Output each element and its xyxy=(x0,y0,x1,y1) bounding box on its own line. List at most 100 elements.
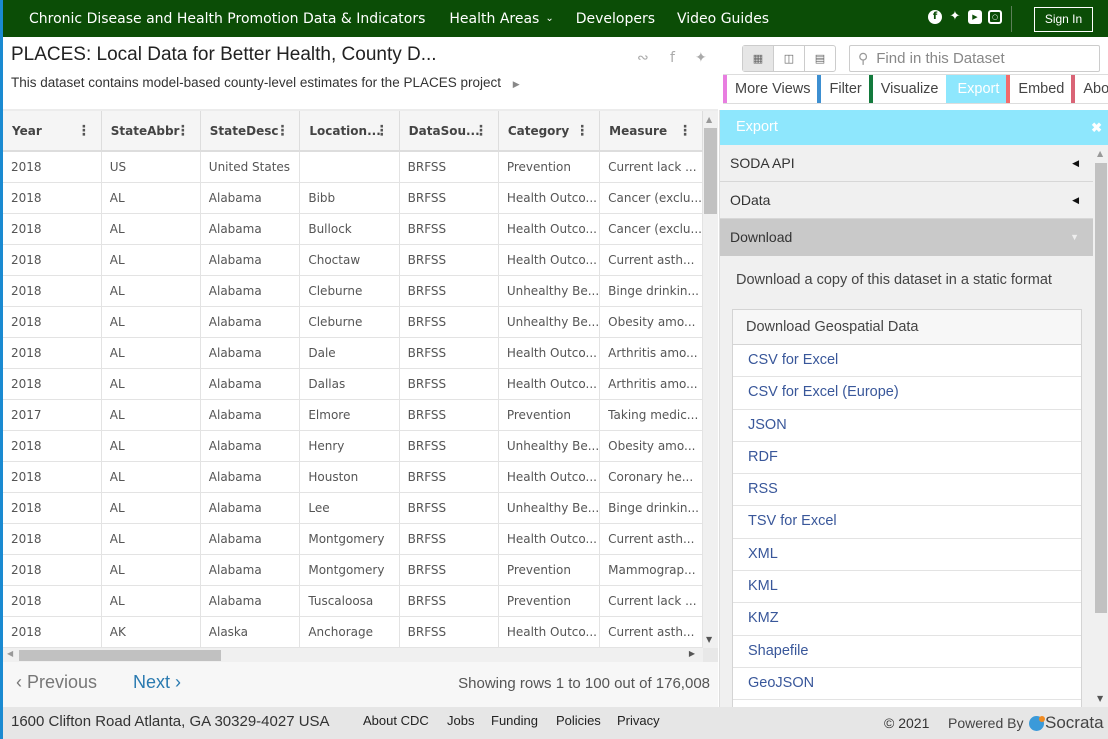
table-row[interactable]: 2018 AL Alabama Tuscaloosa BRFSS Prevention Cu… xyxy=(3,585,703,617)
dataset-description[interactable]: This dataset contains model-based county… xyxy=(11,75,520,90)
column-menu-icon[interactable]: ⋮ xyxy=(77,123,91,139)
youtube-icon[interactable]: ▶ xyxy=(968,10,982,24)
table-row[interactable]: 2017 AL Alabama Elmore BRFSS Prevention Taking… xyxy=(3,399,703,431)
site-brand-link[interactable]: Chronic Disease and Health Promotion Dat… xyxy=(29,11,425,27)
tab-embed[interactable]: Embed xyxy=(1006,75,1071,103)
column-menu-icon[interactable]: ⋮ xyxy=(474,123,488,139)
table-row[interactable]: 2018 AL Alabama Henry BRFSS Unhealthy Be... Ob… xyxy=(3,430,703,462)
table-row[interactable]: 2018 AL Alabama Bullock BRFSS Health Outco...… xyxy=(3,213,703,245)
table-row[interactable]: 2018 AL Alabama Bibb BRFSS Health Outco... Can… xyxy=(3,182,703,214)
table-row[interactable]: 2018 US United States BRFSS Prevention Curren… xyxy=(3,151,703,183)
page-view-button[interactable]: ▤ xyxy=(805,46,835,71)
previous-page-button[interactable]: ‹ Previous xyxy=(16,672,97,693)
grid-view-button[interactable]: ▦ xyxy=(743,46,774,71)
grid-horizontal-scrollbar[interactable]: ◀ ▶ xyxy=(3,648,703,662)
section-odata[interactable]: OData ◀ xyxy=(720,182,1093,219)
scroll-up-arrow-icon[interactable]: ▲ xyxy=(706,115,712,124)
column-menu-icon[interactable]: ⋮ xyxy=(678,123,692,139)
export-panel-header: Export ✖ xyxy=(720,110,1108,145)
table-cell: Taking medic... xyxy=(599,399,703,431)
tab-more-views[interactable]: More Views xyxy=(723,75,817,103)
sign-in-button[interactable]: Sign In xyxy=(1034,7,1093,32)
table-row[interactable]: 2018 AL Alabama Lee BRFSS Unhealthy Be... Bing… xyxy=(3,492,703,524)
table-row[interactable]: 2018 AL Alabama Dallas BRFSS Health Outco... A… xyxy=(3,368,703,400)
next-page-button[interactable]: Next › xyxy=(133,672,181,693)
column-header[interactable]: Location... ⋮ xyxy=(299,111,400,152)
table-cell: BRFSS xyxy=(399,306,499,338)
table-row[interactable]: 2018 AL Alabama Montgomery BRFSS Health Outco… xyxy=(3,523,703,555)
panel-scroll-thumb[interactable] xyxy=(1095,163,1107,613)
grid-horizontal-scroll-thumb[interactable] xyxy=(19,650,221,661)
column-header[interactable]: StateDesc ⋮ xyxy=(200,111,301,152)
download-format-link[interactable]: CSV for Excel xyxy=(733,345,1081,378)
download-format-link[interactable]: CSV for Excel (Europe) xyxy=(733,377,1081,410)
instagram-icon[interactable]: ○ xyxy=(988,10,1002,24)
column-menu-icon[interactable]: ⋮ xyxy=(375,123,389,139)
footer-link-privacy[interactable]: Privacy xyxy=(617,713,660,728)
download-format-link[interactable]: JSON xyxy=(733,410,1081,442)
footer-link-about-cdc[interactable]: About CDC xyxy=(363,713,429,728)
grid-vertical-scrollbar[interactable]: ▲ ▼ xyxy=(703,111,718,648)
scroll-right-arrow-icon[interactable]: ▶ xyxy=(689,649,695,658)
table-row[interactable]: 2018 AL Alabama Choctaw BRFSS Health Outco...… xyxy=(3,244,703,276)
download-format-link[interactable]: KMZ xyxy=(733,603,1081,636)
expand-caret-icon[interactable]: ▶ xyxy=(513,79,520,89)
table-cell: Bullock xyxy=(299,213,400,245)
column-header[interactable]: Year ⋮ xyxy=(3,111,102,152)
download-format-link[interactable]: RDF xyxy=(733,442,1081,475)
column-header[interactable]: Category ⋮ xyxy=(498,111,601,152)
facebook-share-icon[interactable]: f xyxy=(670,50,675,66)
table-row[interactable]: 2018 AL Alabama Cleburne BRFSS Unhealthy Be..… xyxy=(3,275,703,307)
rss-icon[interactable]: ∾ xyxy=(637,50,649,66)
close-icon[interactable]: ✖ xyxy=(1091,110,1102,145)
table-cell: 2018 xyxy=(3,616,102,648)
column-header[interactable]: Measure ⋮ xyxy=(599,111,703,152)
previous-label: Previous xyxy=(27,672,98,692)
table-cell: 2018 xyxy=(3,492,102,524)
scroll-left-arrow-icon[interactable]: ◀ xyxy=(7,649,13,658)
grid-vertical-scroll-thumb[interactable] xyxy=(704,128,717,214)
list-view-button[interactable]: ◫ xyxy=(774,46,805,71)
scroll-down-arrow-icon[interactable]: ▼ xyxy=(1097,694,1103,703)
twitter-icon[interactable]: ✦ xyxy=(948,10,962,24)
table-cell: Obesity amo... xyxy=(599,306,703,338)
tab-visualize[interactable]: Visualize xyxy=(868,75,946,103)
download-format-link[interactable]: GeoJSON xyxy=(733,668,1081,701)
footer-link-policies[interactable]: Policies xyxy=(556,713,601,728)
table-cell: AL xyxy=(101,244,201,276)
column-header[interactable]: StateAbbr ⋮ xyxy=(101,111,201,152)
footer-link-jobs[interactable]: Jobs xyxy=(447,713,474,728)
nav-developers[interactable]: Developers xyxy=(576,11,655,27)
socrata-logo[interactable]: Socrata xyxy=(1029,713,1104,733)
tab-filter[interactable]: Filter xyxy=(817,75,868,103)
column-menu-icon[interactable]: ⋮ xyxy=(275,123,289,139)
column-menu-icon[interactable]: ⋮ xyxy=(176,123,190,139)
download-format-link[interactable]: Shapefile xyxy=(733,636,1081,668)
scroll-up-arrow-icon[interactable]: ▲ xyxy=(1097,149,1103,158)
download-format-link[interactable]: TSV for Excel xyxy=(733,506,1081,539)
table-row[interactable]: 2018 AL Alabama Montgomery BRFSS Prevention Ma… xyxy=(3,554,703,586)
twitter-share-icon[interactable]: ✦ xyxy=(695,50,707,66)
nav-health-areas[interactable]: Health Areas ⌄ xyxy=(449,11,553,27)
facebook-icon[interactable]: f xyxy=(928,10,942,24)
table-row[interactable]: 2018 AL Alabama Cleburne BRFSS Unhealthy Be..… xyxy=(3,306,703,338)
table-row[interactable]: 2018 AK Alaska Anchorage BRFSS Health Outco..… xyxy=(3,616,703,648)
footer-link-funding[interactable]: Funding xyxy=(491,713,538,728)
table-cell xyxy=(299,151,400,183)
column-header[interactable]: DataSou... ⋮ xyxy=(399,111,499,152)
section-soda-api[interactable]: SODA API ◀ xyxy=(720,145,1093,182)
download-format-link[interactable]: XML xyxy=(733,539,1081,572)
scroll-down-arrow-icon[interactable]: ▼ xyxy=(706,635,712,644)
table-row[interactable]: 2018 AL Alabama Dale BRFSS Health Outco... Art… xyxy=(3,337,703,369)
section-download[interactable]: Download ▼ xyxy=(720,219,1093,256)
download-format-link[interactable]: RSS xyxy=(733,474,1081,507)
search-input[interactable] xyxy=(876,50,1087,67)
tab-export[interactable]: Export xyxy=(945,75,1007,103)
nav-video-guides[interactable]: Video Guides xyxy=(677,11,769,27)
table-cell: Alabama xyxy=(200,182,301,214)
tab-about[interactable]: About xyxy=(1071,75,1108,103)
download-format-link[interactable]: KML xyxy=(733,571,1081,604)
panel-scrollbar[interactable]: ▲ ▼ xyxy=(1093,145,1108,707)
column-menu-icon[interactable]: ⋮ xyxy=(575,123,589,139)
table-row[interactable]: 2018 AL Alabama Houston BRFSS Health Outco...… xyxy=(3,461,703,493)
